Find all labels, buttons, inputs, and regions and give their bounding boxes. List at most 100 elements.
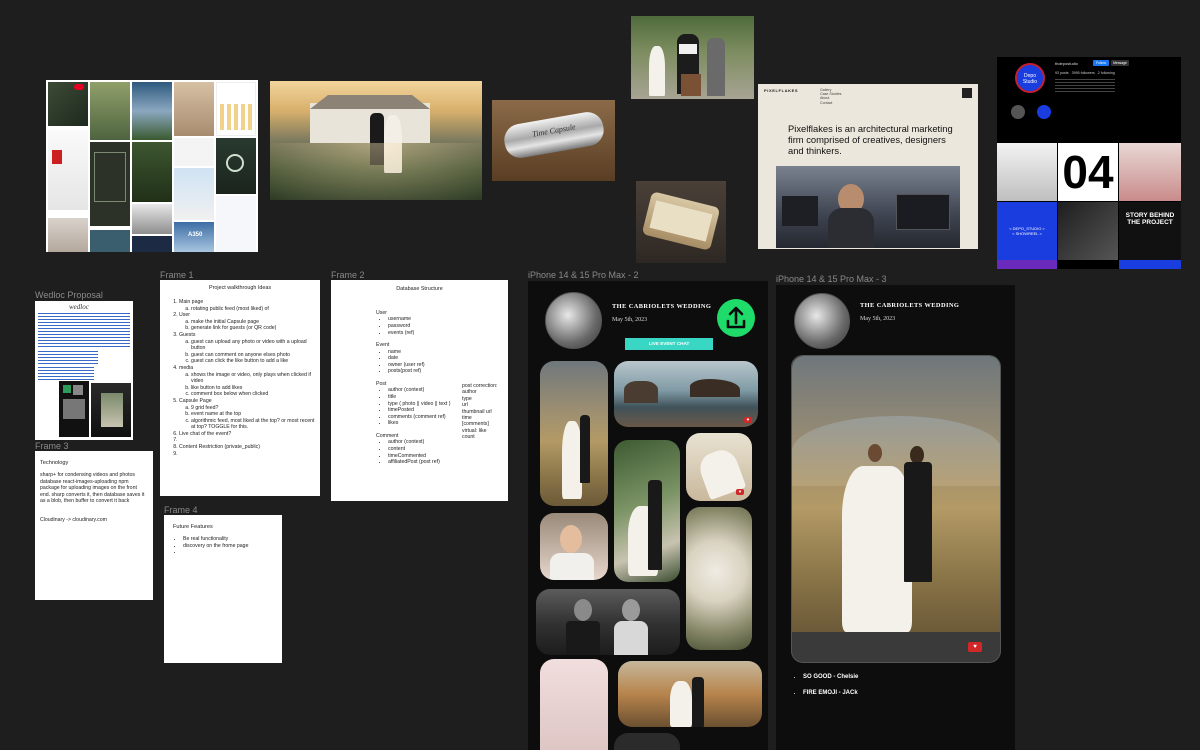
feed-photo[interactable] — [540, 513, 608, 580]
capsule-letters-photo — [636, 181, 726, 263]
list-item: make the initial Capsule page — [191, 319, 320, 326]
live-event-chat-button[interactable]: LIVE EVENT CHAT — [625, 338, 713, 350]
phone2-label: iPhone 14 & 15 Pro Max - 2 — [528, 270, 639, 280]
couple-avatar[interactable] — [794, 293, 850, 349]
depo-tagline-left-sub: < SHOWREEL > — [1012, 231, 1042, 236]
list-item — [179, 437, 320, 444]
pinterest-board-screenshot: A350 — [46, 80, 258, 252]
frame2-title: Database Structure — [396, 286, 443, 292]
followers-stat: 3995 followers — [1071, 71, 1095, 75]
frame2-label: Frame 2 — [331, 270, 365, 280]
frame3-paragraph: sharp+ for condensing videos and photos … — [40, 472, 145, 505]
feed-photo[interactable] — [540, 659, 608, 750]
upload-icon — [726, 306, 746, 329]
upload-button[interactable] — [717, 299, 755, 337]
list-item: shows the image or video, only plays whe… — [191, 372, 320, 385]
wedding-reception-photo — [270, 81, 482, 200]
list-item: content — [388, 446, 471, 453]
frame2-database-structure[interactable]: Database Structure User username passwor… — [331, 280, 508, 501]
message-button[interactable]: Message — [1111, 60, 1129, 66]
menu-icon[interactable] — [962, 88, 972, 98]
list-item: date — [388, 355, 471, 362]
list-item: guest can upload any photo or video with… — [191, 339, 320, 352]
list-item: timePosted — [388, 407, 471, 414]
list-item: owner (user ref) — [388, 362, 471, 369]
feed-photo[interactable] — [614, 733, 680, 750]
list-item: generate link for guests (or QR code) — [191, 325, 320, 332]
frame1-walkthrough[interactable]: Project walkthrough Ideas Main page rota… — [160, 280, 320, 496]
pixelflakes-website-screenshot: PIXELFLAKES Gallery Case Studies About C… — [758, 84, 978, 249]
list-item: media — [179, 364, 194, 371]
feed-photo[interactable] — [686, 507, 752, 650]
list-item: 9 grid feed? — [191, 405, 320, 412]
wedloc-logo: wedloc — [69, 303, 89, 311]
wedloc-proposal-label: Wedloc Proposal — [35, 290, 103, 300]
phone2-capsule-feed[interactable]: THE CABRIOLETS WEDDING May 5th, 2023 LIV… — [528, 281, 768, 750]
pixelflakes-nav-contact[interactable]: Contact — [820, 101, 841, 105]
list-item: like button to add likes — [191, 385, 320, 392]
list-item: likes — [388, 420, 471, 427]
wedding-title: THE CABRIOLETS WEDDING — [860, 302, 960, 309]
feed-photo[interactable] — [614, 440, 680, 582]
posts-stat: 93 posts — [1055, 71, 1069, 75]
list-item: rotating public feed (most liked) of — [191, 306, 320, 313]
big-number: 04 — [1058, 143, 1118, 201]
pixelflakes-headline: Pixelflakes is an architectural marketin… — [788, 123, 953, 156]
feed-photo[interactable] — [540, 361, 608, 506]
frame4-future-features[interactable]: Future Features Be real functionality di… — [164, 515, 282, 663]
like-icon[interactable]: ♥ — [968, 642, 982, 652]
list-item: Main page — [179, 299, 204, 305]
feed-photo[interactable] — [536, 589, 680, 655]
list-item: guest can comment on anyone elses photo — [191, 352, 320, 359]
a350-label: A350 — [188, 232, 203, 238]
wedding-date: May 5th, 2023 — [612, 317, 648, 323]
frame3-footer: Cloudinary -> cloudinary.com — [40, 516, 107, 523]
feed-photo[interactable]: ♥ — [614, 361, 758, 427]
pixelflakes-brand: PIXELFLAKES — [764, 88, 799, 93]
wedloc-proposal-doc[interactable]: wedloc — [35, 301, 133, 440]
list-item: type ( photo || video || text ) — [388, 401, 471, 408]
post-card[interactable]: ♥ — [791, 355, 1001, 663]
frame3-heading: Technology — [40, 460, 69, 466]
following-stat: 2 following — [1097, 71, 1115, 75]
comment-item: FIRE EMOJI - JACk — [803, 685, 858, 701]
list-item: timeCommented — [388, 453, 471, 460]
wedding-title: THE CABRIOLETS WEDDING — [612, 303, 712, 310]
phone3-label: iPhone 14 & 15 Pro Max - 3 — [776, 274, 887, 284]
depo-studio-instagram-screenshot: Depo Studio thdepostudio Follow Message … — [997, 57, 1181, 269]
follow-button[interactable]: Follow — [1093, 60, 1109, 66]
list-item: name — [388, 349, 471, 356]
list-item: User — [179, 312, 190, 319]
list-item: username — [388, 316, 471, 323]
frame1-title: Project walkthrough Ideas — [208, 285, 272, 291]
feed-photo[interactable] — [618, 661, 762, 727]
list-item: events (ref) — [388, 330, 471, 337]
frame1-label: Frame 1 — [160, 270, 194, 280]
side-note-line: count — [462, 434, 475, 441]
list-item: Content Restriction (private_public) — [179, 444, 320, 451]
post-photo[interactable] — [792, 356, 1000, 632]
list-item: comments (comment ref) — [388, 414, 471, 421]
frame3-technology[interactable]: Technology sharp+ for condensing videos … — [35, 451, 153, 600]
feed-photo[interactable]: ♥ — [686, 433, 752, 501]
list-item: Be real functionality — [183, 536, 273, 543]
list-item: author (context) — [388, 439, 471, 446]
list-item — [183, 549, 273, 556]
list-item: comment box below when clicked — [191, 391, 320, 398]
time-capsule-photo: Time Capsule — [492, 100, 615, 181]
depo-logo: Depo Studio — [1015, 63, 1045, 93]
like-icon[interactable]: ♥ — [736, 489, 744, 495]
list-item: Capsule Page — [179, 397, 212, 404]
like-icon[interactable]: ♥ — [744, 417, 752, 423]
list-item: title — [388, 394, 471, 401]
list-item: event name at the top — [191, 411, 320, 418]
depo-handle: thdepostudio — [1055, 61, 1078, 66]
couple-avatar[interactable] — [545, 292, 602, 349]
list-item: Live chat of the event? — [179, 431, 320, 438]
wedding-date: May 5th, 2023 — [860, 316, 896, 322]
frame3-label: Frame 3 — [35, 441, 69, 451]
list-item: author (context) — [388, 387, 471, 394]
list-item: Guests — [179, 331, 196, 338]
phone3-post-detail[interactable]: THE CABRIOLETS WEDDING May 5th, 2023 ♥ S… — [776, 285, 1015, 750]
frame4-heading: Future Features — [173, 524, 213, 530]
